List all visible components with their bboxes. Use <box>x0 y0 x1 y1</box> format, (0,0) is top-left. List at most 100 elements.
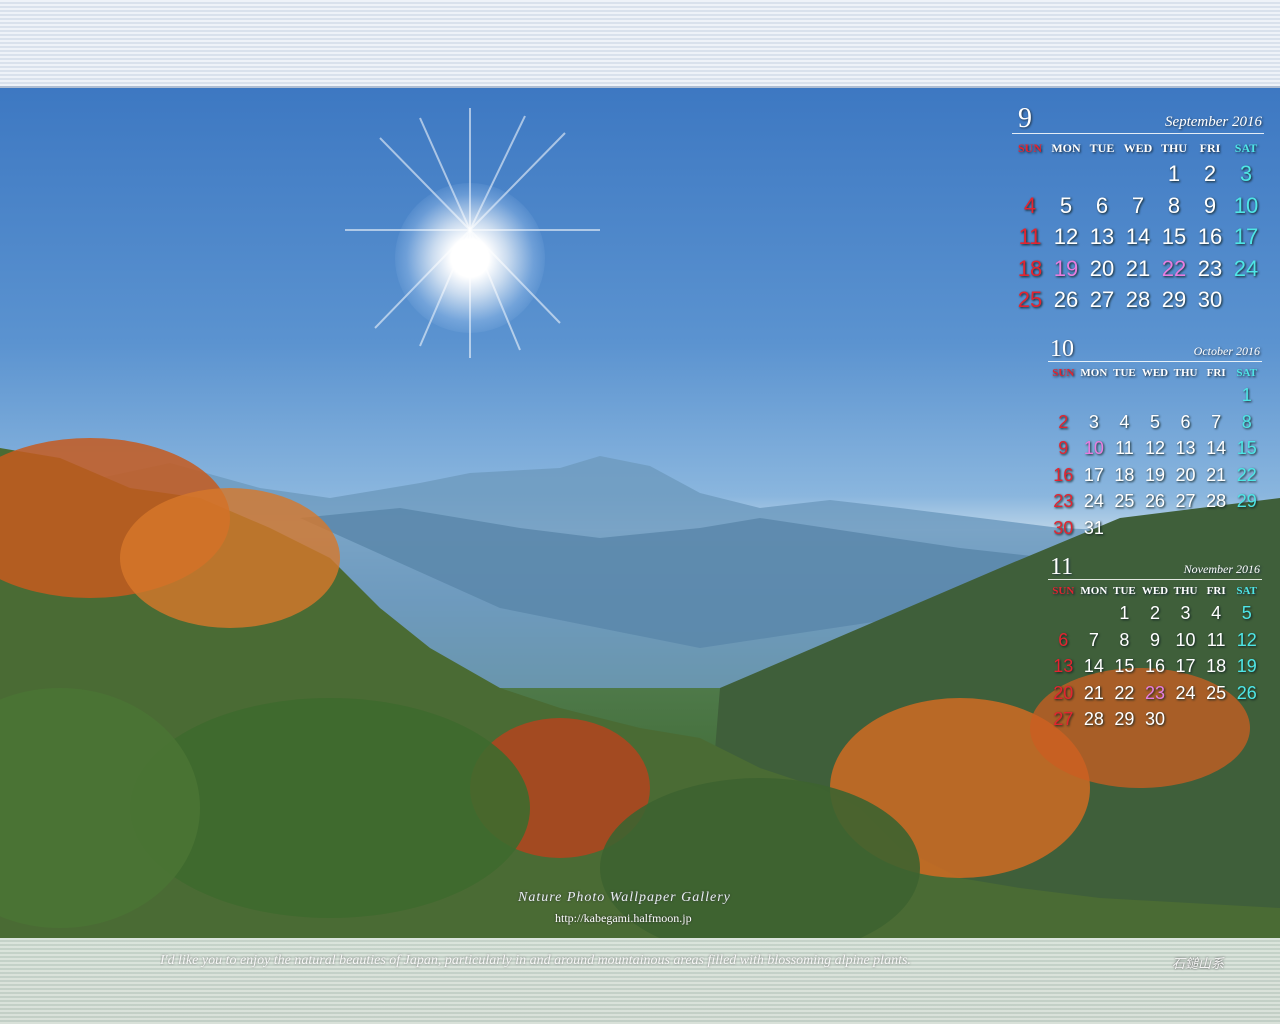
month-number: 11 <box>1050 554 1074 580</box>
calendar-day: 29 <box>1236 491 1257 511</box>
calendar-day: 6 <box>1095 192 1109 218</box>
gallery-title: Nature Photo Wallpaper Gallery <box>518 890 731 905</box>
calendar-day: 26 <box>1236 682 1257 703</box>
calendar-day: 3 <box>1088 411 1099 432</box>
calendar-day: 13 <box>1053 656 1074 676</box>
calendar-day: 10 <box>1233 192 1259 218</box>
calendar-header: 9 September 2016 <box>1012 103 1264 134</box>
calendar-day: 5 <box>1241 603 1252 623</box>
calendar-day: 5 <box>1149 411 1160 432</box>
calendar-october: 10 October 2016 SUN MON TUE WED THU FRI SAT 1 2 3… <box>1048 335 1262 541</box>
calendar-day: 6 <box>1058 629 1069 650</box>
weekday-header: FRI <box>1206 367 1226 379</box>
calendar-day: 22 <box>1236 464 1257 485</box>
calendar-day: 9 <box>1058 438 1069 458</box>
calendar-day: 17 <box>1083 464 1104 485</box>
calendar-day: 3 <box>1180 603 1191 623</box>
calendar-day: 1 <box>1119 603 1130 623</box>
calendar-day: 19 <box>1053 255 1079 281</box>
bottom-stripe-band <box>0 938 1280 1024</box>
calendar-day: 22 <box>1114 682 1135 703</box>
calendar-november: 11 November 2016 SUN MON TUE WED THU FRI SAT 1 2… <box>1048 554 1262 733</box>
weekday-header: TUE <box>1113 585 1136 597</box>
calendar-day: 23 <box>1053 491 1074 511</box>
calendar-day: 9 <box>1149 629 1160 650</box>
calendar-day: 18 <box>1114 464 1135 485</box>
tagline: I'd like you to enjoy the natural beauti… <box>160 953 911 968</box>
calendar-day: 30 <box>1197 287 1223 312</box>
calendar-day: 20 <box>1089 255 1115 281</box>
calendar-day: 26 <box>1053 287 1079 312</box>
calendar-september: 9 September 2016 SUN MON TUE WED THU FRI SAT 1 2… <box>1012 103 1264 316</box>
calendar-day: 30 <box>1144 709 1165 729</box>
calendar-day: 4 <box>1119 411 1130 432</box>
calendar-day: 19 <box>1236 656 1257 676</box>
calendar-day: 5 <box>1059 192 1073 218</box>
empty-cell <box>1109 382 1140 409</box>
empty-cell <box>1048 158 1084 190</box>
weekday-header: TUE <box>1113 367 1136 379</box>
calendar-grid: SUN MON TUE WED THU FRI SAT 1 2 3 4 5 6 7 8 9 10 11 12 13 14… <box>1012 134 1264 316</box>
calendar-day: 28 <box>1083 709 1104 729</box>
calendar-day: 3 <box>1239 161 1253 186</box>
signature: 石鎚山系 <box>1172 956 1225 971</box>
calendar-day: 28 <box>1125 287 1151 312</box>
calendar-day: 8 <box>1241 411 1252 432</box>
calendar-day: 19 <box>1144 464 1165 485</box>
weekday-header: WED <box>1141 585 1169 597</box>
calendar-day: 7 <box>1131 192 1145 218</box>
calendar-day: 1 <box>1241 385 1252 405</box>
calendar-day: 15 <box>1114 656 1135 676</box>
calendar-day: 15 <box>1161 224 1187 249</box>
empty-cell <box>1201 382 1232 409</box>
weekday-header: SUN <box>1052 585 1075 597</box>
weekday-header: THU <box>1173 585 1198 597</box>
calendar-day: 23 <box>1197 255 1223 281</box>
calendar-day: 11 <box>1018 224 1042 249</box>
calendar-day: 7 <box>1088 629 1099 650</box>
weekday-header: WED <box>1123 141 1153 155</box>
calendar-day: 7 <box>1211 411 1222 432</box>
empty-cell <box>1048 382 1079 409</box>
weekday-header: MON <box>1051 141 1081 155</box>
calendar-day: 17 <box>1233 224 1259 249</box>
empty-cell <box>1120 158 1156 190</box>
weekday-header: FRI <box>1206 585 1226 597</box>
empty-cell <box>1170 382 1201 409</box>
calendar-day: 8 <box>1167 192 1181 218</box>
calendar-day: 18 <box>1206 656 1227 676</box>
weekday-header: MON <box>1080 367 1108 379</box>
calendar-day: 16 <box>1053 464 1074 485</box>
calendar-day: 8 <box>1119 629 1130 650</box>
calendar-day: 24 <box>1175 682 1196 703</box>
calendar-day: 25 <box>1206 682 1227 703</box>
empty-cell <box>1048 600 1079 627</box>
calendar-day: 20 <box>1175 464 1196 485</box>
calendar-day: 25 <box>1114 491 1135 511</box>
calendar-day: 2 <box>1149 603 1160 623</box>
empty-cell <box>1079 382 1110 409</box>
month-title: September 2016 <box>1164 114 1262 130</box>
calendar-header: 11 November 2016 <box>1048 554 1262 580</box>
calendar-day: 11 <box>1206 629 1226 650</box>
calendar-day: 13 <box>1175 438 1196 458</box>
calendar-day: 16 <box>1144 656 1165 676</box>
month-number: 9 <box>1018 103 1032 134</box>
calendar-grid: SUN MON TUE WED THU FRI SAT 1 2 3 4 5 6 7 8 9 10 11 12 13 14… <box>1048 580 1262 733</box>
calendar-day: 10 <box>1175 629 1196 650</box>
gallery-url: http://kabegami.halfmoon.jp <box>555 911 692 925</box>
calendar-day: 21 <box>1083 682 1104 703</box>
calendar-day: 25 <box>1017 287 1043 312</box>
weekday-header: SUN <box>1052 367 1075 379</box>
weekday-header: SAT <box>1234 141 1258 155</box>
empty-cell <box>1012 158 1048 190</box>
calendar-day: 21 <box>1206 464 1227 485</box>
weekday-header: TUE <box>1089 141 1115 155</box>
calendar-day: 29 <box>1114 709 1135 729</box>
calendar-day: 9 <box>1203 192 1217 218</box>
calendar-day: 14 <box>1125 224 1151 249</box>
calendar-day: 14 <box>1083 656 1104 676</box>
calendar-day: 15 <box>1236 438 1257 458</box>
weekday-header: THU <box>1160 141 1187 155</box>
calendar-day: 2 <box>1203 161 1217 186</box>
